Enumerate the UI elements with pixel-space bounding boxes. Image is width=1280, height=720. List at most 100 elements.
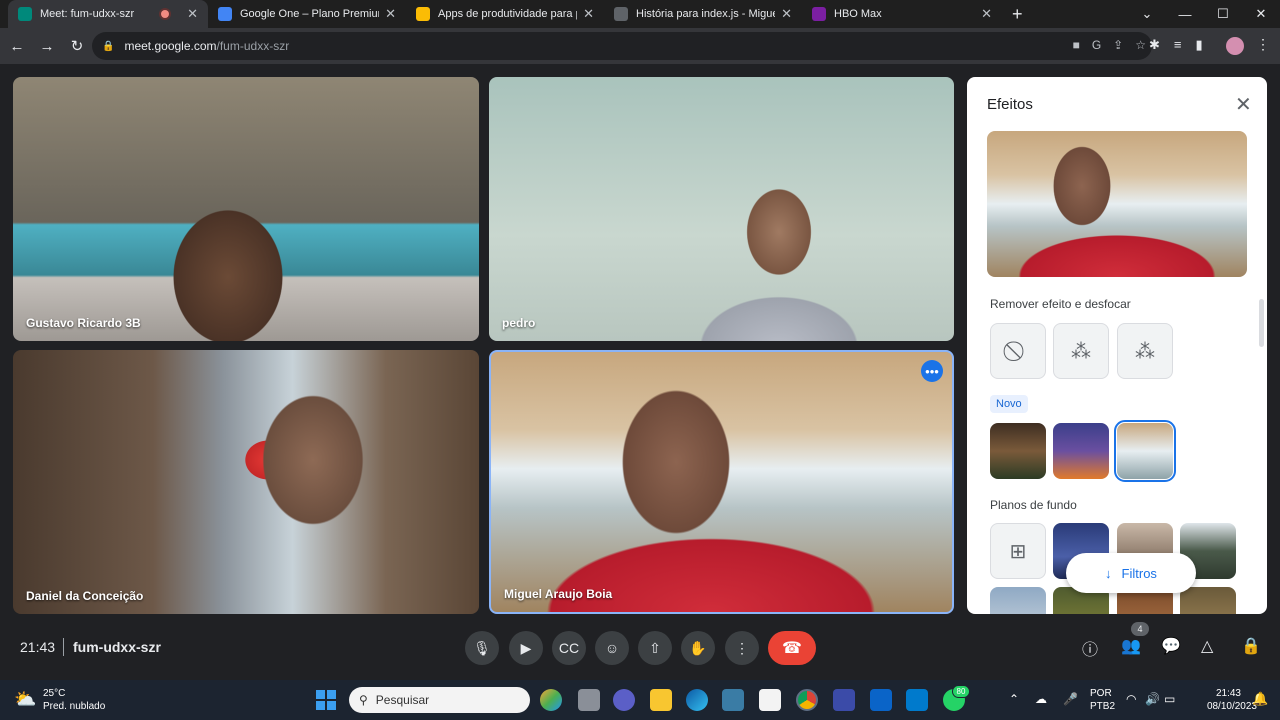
upload-background-button[interactable]: ⊞: [990, 523, 1046, 579]
onedrive-cloud-icon[interactable]: ☁: [1035, 692, 1047, 706]
outlook-icon[interactable]: [870, 689, 892, 711]
browser-menu-icon[interactable]: ⋮: [1256, 36, 1270, 53]
back-icon[interactable]: ←: [4, 33, 30, 59]
arrow-down-icon: ↓: [1105, 565, 1112, 581]
close-tab-icon[interactable]: ✕: [385, 6, 396, 22]
share-icon[interactable]: ⇪: [1113, 38, 1123, 52]
file-explorer-icon[interactable]: [650, 689, 672, 711]
system-clock-time[interactable]: 21:43: [1216, 688, 1241, 699]
weather-description[interactable]: Pred. nublado: [43, 701, 105, 712]
tab-meet[interactable]: Meet: fum-udxx-szr ✕: [8, 0, 208, 28]
close-tab-icon[interactable]: ✕: [981, 6, 992, 22]
new-tab-icon[interactable]: +: [1012, 4, 1023, 25]
close-tab-icon[interactable]: ✕: [781, 6, 792, 22]
address-bar[interactable]: 🔒 meet.google.com/fum-udxx-szr ■ G ⇪ ☆: [92, 32, 1152, 60]
microsoft-store-icon[interactable]: [759, 689, 781, 711]
activities-icon[interactable]: △: [1201, 636, 1213, 656]
volume-icon[interactable]: 🔊: [1145, 692, 1160, 706]
background-option-tent-selected[interactable]: [1114, 420, 1176, 482]
taskbar-search[interactable]: ⚲ Pesquisar: [349, 687, 530, 713]
camera-button[interactable]: ▶: [509, 631, 543, 665]
weather-temperature[interactable]: 25°C: [43, 688, 65, 699]
google-lens-icon[interactable]: G: [1092, 38, 1101, 52]
close-tab-icon[interactable]: ✕: [583, 6, 594, 22]
panel-title: Efeitos: [987, 96, 1033, 113]
search-placeholder: Pesquisar: [375, 693, 430, 707]
reactions-button[interactable]: ☺: [595, 631, 629, 665]
self-preview: [987, 131, 1247, 277]
show-hidden-icons-chevron-icon[interactable]: ⌃: [1009, 692, 1019, 706]
meeting-code: fum-udxx-szr: [73, 639, 161, 655]
tab-google-one[interactable]: Google One – Plano Premium ✕: [208, 0, 406, 28]
keyboard-layout-indicator[interactable]: PTB2: [1090, 701, 1115, 712]
windows-start-icon[interactable]: [316, 690, 336, 710]
tab-title: História para index.js - MiguelBo: [636, 8, 775, 20]
close-window-icon[interactable]: ✕: [1242, 6, 1280, 22]
minimize-icon[interactable]: —: [1166, 7, 1204, 22]
host-controls-icon[interactable]: 🔒: [1241, 636, 1261, 656]
tab-hbo-max[interactable]: HBO Max ✕: [802, 0, 1002, 28]
tab-title: HBO Max: [834, 8, 882, 20]
tab-github-history[interactable]: História para index.js - MiguelBo ✕: [604, 0, 802, 28]
microphone-tray-icon[interactable]: 🎤: [1063, 692, 1078, 706]
forward-icon[interactable]: →: [34, 33, 60, 59]
captions-button[interactable]: CC: [552, 631, 586, 665]
app-icon[interactable]: [722, 689, 744, 711]
filters-button[interactable]: ↓ Filtros: [1066, 553, 1196, 593]
effects-panel: Efeitos ✕ Remover efeito e desfocar ⃠ ⁂ …: [967, 77, 1267, 614]
participant-tile[interactable]: Gustavo Ricardo 3B: [13, 77, 479, 341]
wifi-icon[interactable]: ◠: [1126, 692, 1136, 706]
more-options-button[interactable]: ⋮: [725, 631, 759, 665]
google-one-favicon-icon: [218, 7, 232, 21]
system-clock-date[interactable]: 08/10/2023: [1207, 701, 1257, 712]
slight-blur-button[interactable]: ⁂: [1053, 323, 1109, 379]
maximize-icon[interactable]: ☐: [1204, 6, 1242, 22]
background-option[interactable]: [990, 587, 1046, 614]
camera-icon: ▶: [520, 639, 532, 656]
panel-scrollbar[interactable]: [1259, 299, 1264, 347]
new-chip: Novo: [990, 395, 1028, 413]
widgets-app-icon[interactable]: [540, 689, 562, 711]
screen: Meet: fum-udxx-szr ✕ Google One – Plano …: [0, 0, 1280, 720]
tab-search-chevron-icon[interactable]: ⌄: [1128, 6, 1166, 22]
extensions-puzzle-icon[interactable]: ✱: [1149, 37, 1160, 53]
lock-icon[interactable]: 🔒: [102, 41, 114, 52]
no-effect-button[interactable]: ⃠: [990, 323, 1046, 379]
tab-productivity-apps[interactable]: Apps de produtividade para pro ✕: [406, 0, 604, 28]
side-panel-icon[interactable]: ▮: [1196, 37, 1203, 53]
chat-icon[interactable]: 💬: [1161, 636, 1181, 656]
reload-icon[interactable]: ↻: [64, 33, 90, 59]
camera-in-use-icon[interactable]: ■: [1073, 38, 1080, 52]
raise-hand-button[interactable]: ✋: [681, 631, 715, 665]
teams-chat-icon[interactable]: [613, 689, 635, 711]
search-icon: ⚲: [359, 693, 368, 707]
participant-tile[interactable]: pedro: [489, 77, 954, 341]
meeting-info-icon[interactable]: ⓘ: [1082, 636, 1098, 660]
close-tab-icon[interactable]: ✕: [187, 6, 198, 22]
bookmark-star-icon[interactable]: ☆: [1135, 38, 1146, 52]
self-participant-tile[interactable]: Miguel Araujo Boia: [489, 350, 954, 614]
present-screen-button[interactable]: ⇧: [638, 631, 672, 665]
blur-button[interactable]: ⁂: [1117, 323, 1173, 379]
notifications-bell-icon[interactable]: 🔔: [1252, 691, 1268, 707]
microphone-icon: 🎙: [473, 639, 491, 656]
battery-icon[interactable]: ▭: [1164, 692, 1175, 706]
profile-avatar[interactable]: [1226, 37, 1244, 55]
tile-more-options-icon[interactable]: •••: [921, 360, 943, 382]
chrome-browser-icon[interactable]: [796, 689, 818, 711]
people-icon[interactable]: 👥: [1121, 636, 1141, 656]
close-panel-icon[interactable]: ✕: [1235, 92, 1252, 117]
background-option-halloween[interactable]: [1053, 423, 1109, 479]
language-indicator[interactable]: POR: [1090, 688, 1112, 699]
app-icon[interactable]: [833, 689, 855, 711]
task-view-icon[interactable]: [578, 689, 600, 711]
microphone-button[interactable]: 🎙: [465, 631, 499, 665]
background-option[interactable]: [1180, 587, 1236, 614]
edge-browser-icon[interactable]: [686, 689, 708, 711]
participant-tile[interactable]: Daniel da Conceição: [13, 350, 479, 614]
end-call-button[interactable]: ☎: [768, 631, 816, 665]
background-option-patio[interactable]: [990, 423, 1046, 479]
media-control-icon[interactable]: ≡: [1174, 37, 1182, 53]
vscode-icon[interactable]: [906, 689, 928, 711]
weather-cloud-sun-icon[interactable]: ⛅: [14, 689, 36, 710]
